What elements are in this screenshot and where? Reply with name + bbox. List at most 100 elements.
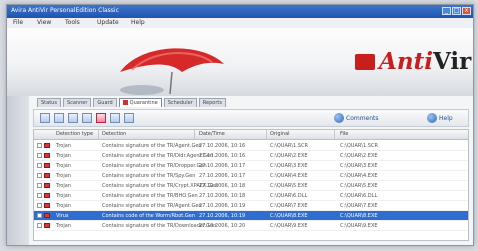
cell-type: Trojan <box>56 153 71 159</box>
quarantined-file-icon <box>44 183 50 188</box>
cell-detection: Contains code of the Worm/Rbot.Gen <box>102 213 195 219</box>
tab-quarantine[interactable]: Quarantine <box>118 98 162 107</box>
quarantined-file-icon <box>44 213 50 218</box>
cell-path: C:\QUAR\1.SCR <box>270 143 308 149</box>
logo-text-prefix: Anti <box>379 48 433 75</box>
menu-tools[interactable]: Tools <box>65 19 80 26</box>
row-checkbox[interactable] <box>37 163 42 168</box>
quarantined-file-icon <box>44 173 50 178</box>
row-checkbox[interactable] <box>37 193 42 198</box>
menu-view[interactable]: View <box>37 19 51 26</box>
cell-detection: Contains signature of the TR/Spy.Gen <box>102 173 196 179</box>
comments-button[interactable]: Comments <box>334 113 379 123</box>
cell-file: C:\QUAR\6.DLL <box>340 193 378 199</box>
tab-status[interactable]: Status <box>37 98 61 107</box>
table-row[interactable]: Trojan Contains signature of the TR/Dropp… <box>34 161 468 170</box>
cell-detection: Contains signature of the TR/Dropper.Gen <box>102 163 207 169</box>
restore-icon[interactable] <box>40 113 50 123</box>
tab-scanner[interactable]: Scanner <box>62 98 92 107</box>
close-button[interactable]: x <box>462 7 471 15</box>
table-header: Detection type Detection Date/Time Origi… <box>34 130 468 140</box>
help-button[interactable]: Help <box>427 113 453 123</box>
quarantined-file-icon <box>44 193 50 198</box>
table-row[interactable]: Trojan Contains signature of the TR/BHO.G… <box>34 191 468 200</box>
cell-file: C:\QUAR\5.EXE <box>340 183 378 189</box>
column-header-date[interactable]: Date/Time <box>199 131 225 137</box>
row-checkbox[interactable] <box>37 173 42 178</box>
delete-icon[interactable] <box>96 113 106 123</box>
cell-type: Trojan <box>56 163 71 169</box>
quarantine-toolbar: Comments Help <box>33 109 469 127</box>
tab-reports[interactable]: Reports <box>198 98 226 107</box>
maximize-button[interactable]: □ <box>452 7 461 15</box>
header-banner: AntiVir <box>7 28 473 96</box>
table-row[interactable]: Trojan Contains signature of the TR/Agent… <box>34 201 468 210</box>
window-controls: _ □ x <box>442 7 471 15</box>
row-checkbox[interactable] <box>37 183 42 188</box>
row-checkbox[interactable] <box>37 153 42 158</box>
quarantined-file-icon <box>44 203 50 208</box>
minimize-button[interactable]: _ <box>442 7 451 15</box>
cell-path: C:\QUAR\9.EXE <box>270 223 308 229</box>
cell-file: C:\QUAR\4.EXE <box>340 173 378 179</box>
table-row[interactable]: Trojan Contains signature of the TR/Spy.G… <box>34 171 468 180</box>
menu-update[interactable]: Update <box>97 19 119 26</box>
cell-type: Trojan <box>56 223 71 229</box>
cell-file: C:\QUAR\7.EXE <box>340 203 378 209</box>
row-checkbox[interactable] <box>37 223 42 228</box>
cell-path: C:\QUAR\4.EXE <box>270 173 308 179</box>
cell-detection: Contains signature of the TR/Dldr.Agent.… <box>102 153 214 159</box>
umbrella-logo-icon <box>120 48 224 95</box>
menu-help[interactable]: Help <box>131 19 145 26</box>
quarantined-file-icon <box>44 153 50 158</box>
cell-date: 27.10.2006, 10:20 <box>199 223 246 229</box>
restore-to-icon[interactable] <box>54 113 64 123</box>
quarantine-icon <box>122 100 128 105</box>
cell-type: Virus <box>56 213 69 219</box>
cell-type: Trojan <box>56 183 71 189</box>
tab-guard[interactable]: Guard <box>93 98 117 107</box>
left-sidebar <box>7 96 30 245</box>
cell-date: 27.10.2006, 10:16 <box>199 153 246 159</box>
cell-date: 27.10.2006, 10:17 <box>199 163 246 169</box>
title-bar[interactable]: Avira AntiVir PersonalEdition Classic _ … <box>7 5 473 18</box>
add-file-icon[interactable] <box>124 113 134 123</box>
cell-path: C:\QUAR\7.EXE <box>270 203 308 209</box>
antivir-logo: AntiVir <box>355 48 471 76</box>
column-header-file[interactable]: File <box>340 131 348 137</box>
row-checkbox[interactable] <box>37 203 42 208</box>
send-file-icon[interactable] <box>110 113 120 123</box>
table-row[interactable]: Trojan Contains signature of the TR/Crypt… <box>34 181 468 190</box>
tab-scheduler[interactable]: Scheduler <box>163 98 197 107</box>
column-header-original[interactable]: Original <box>270 131 290 137</box>
logo-text-suffix: Vir <box>432 48 472 75</box>
cell-file: C:\QUAR\9.EXE <box>340 223 378 229</box>
cell-type: Trojan <box>56 203 71 209</box>
antivir-logo-mark-icon <box>355 54 375 70</box>
cell-path: C:\QUAR\8.EXE <box>270 213 308 219</box>
cell-detection: Contains signature of the TR/Agent.Gen <box>102 143 202 149</box>
quarantined-file-icon <box>44 163 50 168</box>
cell-date: 27.10.2006, 10:18 <box>199 193 246 199</box>
rescan-icon[interactable] <box>68 113 78 123</box>
properties-icon[interactable] <box>82 113 92 123</box>
cell-path: C:\QUAR\3.EXE <box>270 163 308 169</box>
menu-file[interactable]: File <box>13 19 23 26</box>
table-row[interactable]: Trojan Contains signature of the TR/Dldr.… <box>34 151 468 160</box>
table-row[interactable]: Trojan Contains signature of the TR/Downl… <box>34 221 468 230</box>
cell-date: 27.10.2006, 10:16 <box>199 143 246 149</box>
quarantine-table: Detection type Detection Date/Time Origi… <box>33 129 469 241</box>
column-header-type[interactable]: Detection type <box>56 131 93 137</box>
column-header-detection[interactable]: Detection <box>102 131 126 137</box>
cell-file: C:\QUAR\3.EXE <box>340 163 378 169</box>
cell-path: C:\QUAR\2.EXE <box>270 153 308 159</box>
app-window: Avira AntiVir PersonalEdition Classic _ … <box>6 4 474 246</box>
cell-date: 27.10.2006, 10:19 <box>199 213 246 219</box>
row-checkbox[interactable] <box>37 143 42 148</box>
info-icon <box>334 113 344 123</box>
cell-date: 27.10.2006, 10:17 <box>199 173 246 179</box>
cell-file: C:\QUAR\8.EXE <box>340 213 378 219</box>
table-row[interactable]: Virus Contains code of the Worm/Rbot.Gen 2… <box>34 211 468 220</box>
table-row[interactable]: Trojan Contains signature of the TR/Agent… <box>34 141 468 150</box>
row-checkbox[interactable] <box>37 213 42 218</box>
